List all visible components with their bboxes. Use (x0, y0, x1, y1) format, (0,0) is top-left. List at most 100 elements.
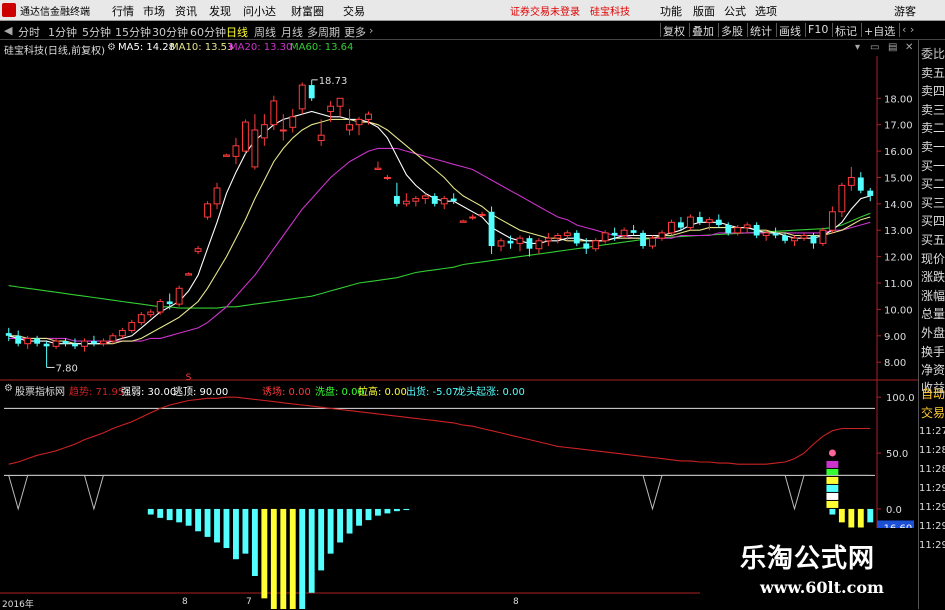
candle-body-up (279, 129, 287, 132)
btn-stats[interactable]: 统计 (747, 23, 774, 38)
period-monthly[interactable]: 月线 (281, 24, 303, 40)
period-60min[interactable]: 60分钟 (190, 24, 226, 40)
tick-time: 11:27 (919, 426, 945, 437)
period-multi[interactable]: 多周期 (307, 24, 340, 40)
menu-quotes[interactable]: 行情 (112, 3, 134, 19)
period-1min[interactable]: 1分钟 (48, 24, 77, 40)
candle-body-down (583, 243, 590, 249)
indicator-bar (185, 508, 192, 526)
x-label: 2016年 (2, 600, 34, 610)
menu-market[interactable]: 市场 (143, 3, 165, 19)
low-label: 7.80 (56, 363, 78, 374)
menu-formula[interactable]: 公式 (724, 3, 746, 19)
candle-body-up (838, 184, 846, 213)
chart-close-icon[interactable]: ✕ (905, 42, 913, 53)
panel-label: 买五 (921, 233, 945, 247)
period-more[interactable]: 更多 (344, 24, 366, 40)
ind-tick-label: 100.0 (886, 393, 915, 404)
settings-gear-icon[interactable]: ⚙ (107, 42, 116, 53)
nav-arrows-icon[interactable]: ‹ › (899, 23, 916, 37)
candle-body-down (72, 343, 78, 347)
menu-trade[interactable]: 交易 (343, 3, 365, 19)
chart-window-icon[interactable]: ▤ (888, 42, 897, 53)
indicator-bar (356, 508, 362, 526)
candle-body-down (488, 211, 495, 247)
panel-label: 买一 (921, 159, 945, 173)
menu-wealth[interactable]: 财富圈 (291, 3, 324, 19)
indicator-top-play: 诱场: 0.00 (262, 387, 311, 398)
candle-body-up (260, 124, 268, 139)
y-tick-label: 18.00 (884, 94, 913, 105)
indicator-bar (337, 508, 344, 543)
kline-chart[interactable]: 8.00 9.00 10.00 11.00 12.00 13.00 14.00 15.00 16… (0, 56, 918, 609)
candle-body-up (109, 335, 117, 342)
menu-discover[interactable]: 发现 (209, 3, 231, 19)
btn-draw[interactable]: 画线 (776, 23, 803, 38)
guest-label[interactable]: 游客 (894, 3, 916, 19)
indicator-trend: 趋势: 71.95 (69, 387, 125, 398)
toolbar-arrow-icon[interactable]: ◀ (4, 24, 12, 37)
signal-stack-block (826, 500, 839, 508)
panel-label: 卖五 (921, 66, 945, 80)
period-weekly[interactable]: 周线 (254, 24, 276, 40)
btn-mark[interactable]: 标记 (832, 23, 859, 38)
indicator-bar (318, 508, 325, 571)
more-chevron-icon[interactable]: › (369, 24, 373, 37)
panel-label[interactable]: 交易 (921, 404, 945, 421)
period-5min[interactable]: 5分钟 (82, 24, 111, 40)
indicator-escape: 逃顶: 90.00 (173, 387, 229, 398)
chart-info-bar: 硅宝科技(日线,前复权) ⚙ MA5: 14.28 MA10: 13.53 MA… (0, 40, 920, 57)
menu-layout[interactable]: 版面 (693, 3, 715, 19)
candle-body-up (175, 287, 183, 305)
candle-body-up (686, 216, 694, 229)
period-timeshare[interactable]: 分时 (18, 24, 40, 40)
menu-news[interactable]: 资讯 (175, 3, 197, 19)
ind-tick-label: 50.0 (886, 449, 908, 460)
indicator-bar (251, 508, 258, 576)
candle-body-down (725, 224, 732, 233)
panel-label[interactable]: 自动 (921, 385, 945, 402)
panel-label: 卖一 (921, 140, 945, 154)
candle-body-up (194, 248, 202, 252)
candle-body-down (867, 190, 874, 196)
indicator-ship: 出货: -5.07 (406, 387, 459, 398)
menu-functions[interactable]: 功能 (660, 3, 682, 19)
candle-body-up (478, 213, 486, 216)
candle-body-up (118, 330, 126, 337)
candle-body-up (516, 237, 524, 244)
period-daily[interactable]: 日线 (226, 24, 248, 40)
candle-body-up (232, 145, 240, 157)
btn-multistock[interactable]: 多股 (718, 23, 745, 38)
period-30min[interactable]: 30分钟 (152, 24, 188, 40)
tick-time: 11:29 (919, 483, 945, 494)
indicator-settings-icon[interactable]: ⚙ (4, 383, 13, 394)
app-logo-icon (2, 3, 16, 17)
signal-stack-block (826, 492, 839, 500)
candle-body-up (365, 113, 372, 120)
indicator-bar (393, 508, 400, 512)
btn-add-favorite[interactable]: +自选 (861, 23, 897, 38)
candle-body-up (592, 240, 600, 250)
indicator-bar (280, 508, 287, 609)
btn-f10[interactable]: F10 (805, 23, 830, 37)
btn-adjust[interactable]: 复权 (660, 23, 687, 38)
candle-body-up (298, 84, 306, 110)
indicator-bar (147, 508, 154, 515)
period-15min[interactable]: 15分钟 (115, 24, 151, 40)
candle-body-up (828, 211, 836, 231)
chart-dropdown-icon[interactable]: ▾ (855, 42, 860, 53)
y-tick-label: 8.00 (884, 358, 906, 369)
chart-pin-icon[interactable]: ▭ (870, 42, 879, 53)
y-tick-label: 15.00 (884, 173, 913, 184)
candle-body-up (24, 337, 32, 345)
menu-ask[interactable]: 问小达 (243, 3, 276, 19)
candle-body-up (402, 200, 410, 205)
menu-options[interactable]: 选项 (755, 3, 777, 19)
signal-stack-block (826, 484, 839, 492)
candle-body-up (99, 340, 107, 345)
btn-overlay[interactable]: 叠加 (689, 23, 716, 38)
candle-body-up (147, 311, 155, 316)
watermark-title: 乐淘公式网 (740, 544, 876, 574)
candle-body-up (383, 176, 391, 179)
login-notice[interactable]: 证券交易未登录 (510, 3, 580, 18)
